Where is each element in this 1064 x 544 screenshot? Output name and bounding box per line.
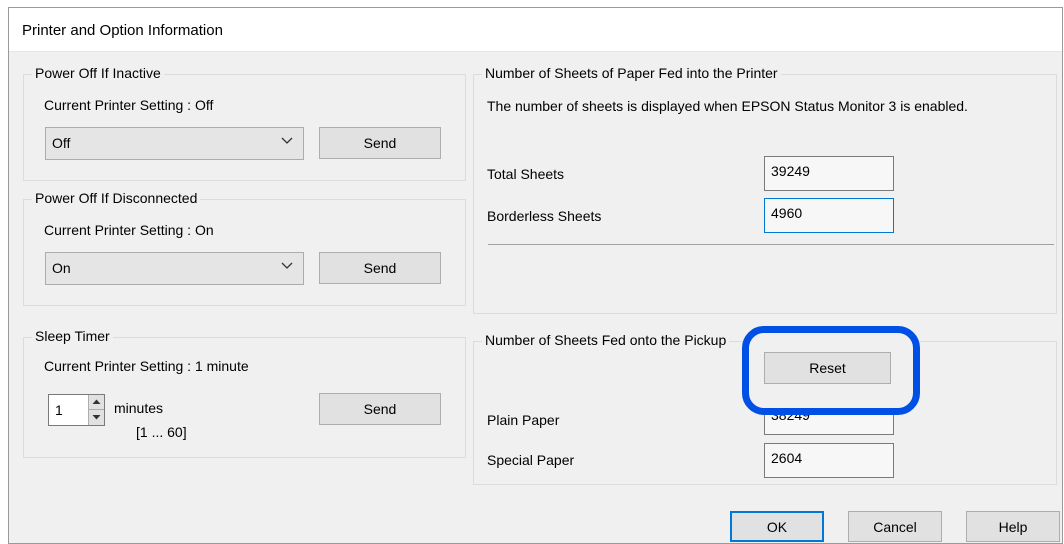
borderless-sheets-label: Borderless Sheets <box>487 208 602 224</box>
ok-button[interactable]: OK <box>730 511 824 542</box>
power-off-inactive-group: Power Off If Inactive Current Printer Se… <box>23 65 466 181</box>
borderless-sheets-value: 4960 <box>771 205 803 221</box>
power-off-disconnected-value: On <box>52 260 71 276</box>
total-sheets-field: 39249 <box>764 156 894 191</box>
cancel-button[interactable]: Cancel <box>848 511 942 542</box>
power-off-inactive-current: Current Printer Setting : Off <box>44 97 214 113</box>
sleep-timer-legend: Sleep Timer <box>32 328 113 344</box>
sheets-fed-printer-legend: Number of Sheets of Paper Fed into the P… <box>482 65 781 81</box>
total-sheets-value: 39249 <box>771 163 810 179</box>
special-paper-label: Special Paper <box>487 452 575 468</box>
power-off-inactive-value: Off <box>52 135 71 151</box>
power-off-disconnected-current: Current Printer Setting : On <box>44 222 214 238</box>
title-bar: Printer and Option Information <box>9 8 1062 52</box>
printer-option-dialog: Printer and Option Information Power Off… <box>8 7 1063 544</box>
dialog-title: Printer and Option Information <box>22 22 223 39</box>
power-off-disconnected-select[interactable]: On <box>45 252 304 285</box>
sleep-timer-value: 1 <box>55 402 63 418</box>
plain-paper-label: Plain Paper <box>487 412 560 428</box>
help-button[interactable]: Help <box>966 511 1060 542</box>
special-paper-value: 2604 <box>771 450 803 466</box>
power-off-disconnected-legend: Power Off If Disconnected <box>32 190 201 206</box>
divider <box>488 244 1054 245</box>
special-paper-field: 2604 <box>764 443 894 478</box>
chevron-down-icon <box>281 137 293 144</box>
arrow-down-icon[interactable] <box>89 410 104 425</box>
spinner-buttons <box>88 395 104 425</box>
power-off-disconnected-send-button[interactable]: Send <box>319 252 441 284</box>
sleep-timer-current: Current Printer Setting : 1 minute <box>44 358 249 374</box>
chevron-down-icon <box>281 262 293 269</box>
power-off-disconnected-group: Power Off If Disconnected Current Printe… <box>23 190 466 306</box>
sheets-fed-pickup-legend: Number of Sheets Fed onto the Pickup <box>482 332 730 348</box>
power-off-inactive-send-button[interactable]: Send <box>319 127 441 159</box>
sleep-timer-unit: minutes <box>114 400 164 416</box>
sleep-timer-spinner[interactable]: 1 <box>48 394 105 426</box>
total-sheets-label: Total Sheets <box>487 166 565 182</box>
sleep-timer-send-button[interactable]: Send <box>319 393 441 425</box>
reset-button[interactable]: Reset <box>764 352 891 384</box>
sleep-timer-group: Sleep Timer Current Printer Setting : 1 … <box>23 328 466 458</box>
power-off-inactive-legend: Power Off If Inactive <box>32 65 164 81</box>
sheets-fed-printer-group: Number of Sheets of Paper Fed into the P… <box>473 65 1057 314</box>
borderless-sheets-field: 4960 <box>764 198 894 233</box>
sleep-timer-range: [1 ... 60] <box>136 424 187 440</box>
sheets-fed-printer-note: The number of sheets is displayed when E… <box>487 98 968 114</box>
power-off-inactive-select[interactable]: Off <box>45 127 304 160</box>
arrow-up-icon[interactable] <box>89 395 104 410</box>
